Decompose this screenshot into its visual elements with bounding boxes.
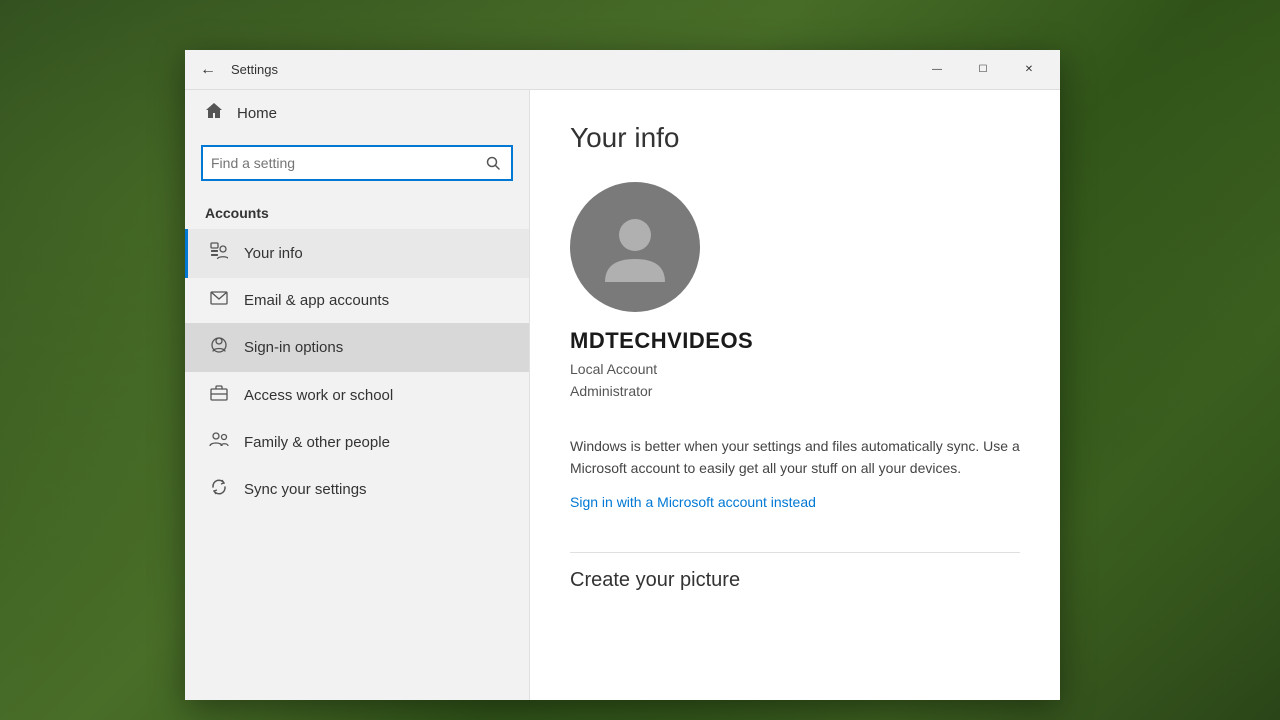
avatar xyxy=(570,182,700,312)
settings-window: ← Settings — ☐ ✕ Home xyxy=(185,50,1060,700)
people-icon xyxy=(208,432,230,452)
account-type-line2: Administrator xyxy=(570,380,652,402)
sidebar-item-family-label: Family & other people xyxy=(244,434,390,451)
title-bar: ← Settings — ☐ ✕ xyxy=(185,50,1060,90)
back-button[interactable]: ← xyxy=(193,55,223,85)
sidebar-item-access-work[interactable]: Access work or school xyxy=(185,372,529,419)
sidebar-item-family[interactable]: Family & other people xyxy=(185,419,529,465)
sidebar-item-sign-in-label: Sign-in options xyxy=(244,339,343,356)
sidebar-item-sign-in-options[interactable]: Sign-in options xyxy=(185,323,529,372)
your-info-icon xyxy=(208,242,230,265)
sidebar-item-email-label: Email & app accounts xyxy=(244,292,389,309)
sync-icon xyxy=(208,478,230,501)
email-icon xyxy=(208,291,230,310)
content-area: Home Accounts xyxy=(185,90,1060,700)
maximize-button[interactable]: ☐ xyxy=(960,54,1006,86)
window-title: Settings xyxy=(231,62,278,77)
sidebar-item-your-info[interactable]: Your info xyxy=(185,229,529,278)
search-input[interactable] xyxy=(203,151,475,175)
create-picture-title: Create your picture xyxy=(570,552,1020,592)
home-icon xyxy=(205,102,223,125)
ms-account-link[interactable]: Sign in with a Microsoft account instead xyxy=(570,494,816,510)
search-button[interactable] xyxy=(475,147,511,179)
sync-description: Windows is better when your settings and… xyxy=(570,435,1020,480)
search-container xyxy=(185,137,529,189)
accounts-section-header: Accounts xyxy=(185,189,529,229)
sidebar-item-sync-label: Sync your settings xyxy=(244,481,367,498)
sidebar-item-access-label: Access work or school xyxy=(244,387,393,404)
sidebar-item-email-app-accounts[interactable]: Email & app accounts xyxy=(185,278,529,323)
sidebar-item-home[interactable]: Home xyxy=(185,90,529,137)
account-type-line1: Local Account xyxy=(570,358,657,380)
title-bar-left: ← Settings xyxy=(193,55,914,85)
briefcase-icon xyxy=(208,385,230,406)
sidebar-item-your-info-label: Your info xyxy=(244,245,303,262)
main-panel: Your info MDTECHVIDEOS Local Account Adm… xyxy=(530,90,1060,700)
close-button[interactable]: ✕ xyxy=(1006,54,1052,86)
profile-section: MDTECHVIDEOS Local Account Administrator xyxy=(570,182,1020,403)
username: MDTECHVIDEOS xyxy=(570,328,753,354)
window-controls: — ☐ ✕ xyxy=(914,54,1052,86)
sidebar: Home Accounts xyxy=(185,90,530,700)
sidebar-item-sync[interactable]: Sync your settings xyxy=(185,465,529,514)
search-box xyxy=(201,145,513,181)
page-title: Your info xyxy=(570,122,1020,154)
avatar-icon xyxy=(595,207,675,287)
minimize-button[interactable]: — xyxy=(914,54,960,86)
home-label: Home xyxy=(237,105,277,122)
sign-in-icon xyxy=(208,336,230,359)
